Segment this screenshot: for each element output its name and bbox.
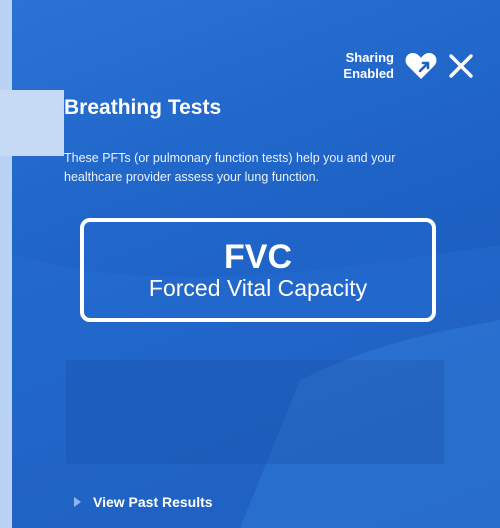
caret-right-icon [74,497,81,507]
breathing-tests-panel: Sharing Enabled Breathing Tests These PF… [0,0,500,528]
fvc-test-button[interactable]: FVC Forced Vital Capacity [80,218,436,322]
left-edge-band [0,90,64,156]
sharing-label: Sharing [345,50,394,65]
app-frame: Sharing Enabled Breathing Tests These PF… [0,0,500,528]
header-actions: Sharing Enabled [343,50,474,82]
left-edge-strip [0,0,12,528]
page-description: These PFTs (or pulmonary function tests)… [64,151,396,184]
view-past-results-label: View Past Results [93,494,213,510]
test-abbreviation: FVC [224,238,292,276]
heart-share-icon [405,53,437,79]
close-button[interactable] [448,53,474,79]
sharing-status: Sharing Enabled [343,50,394,82]
close-icon [449,54,473,78]
results-area [66,360,444,464]
view-past-results-toggle[interactable]: View Past Results [74,494,213,510]
test-full-name: Forced Vital Capacity [148,275,368,301]
page-title: Breathing Tests [64,96,222,119]
enabled-label: Enabled [343,66,394,81]
share-button[interactable] [404,51,438,81]
